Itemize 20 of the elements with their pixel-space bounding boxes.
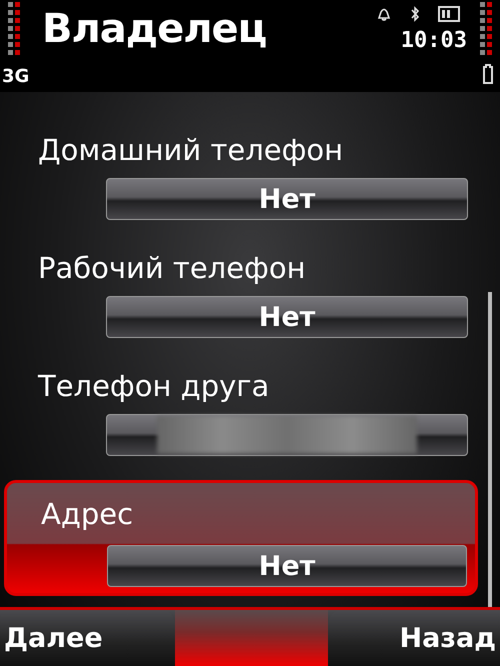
input-field[interactable] [106, 414, 468, 456]
clock: 10:03 [400, 28, 467, 53]
input-field[interactable]: Нет [107, 545, 467, 587]
center-softkey[interactable] [175, 610, 328, 666]
input-field[interactable]: Нет [106, 178, 468, 220]
scroll-bar[interactable] [488, 292, 492, 607]
battery-level-icon [480, 2, 492, 55]
selected-form-row[interactable]: Адрес Нет [4, 480, 478, 596]
memory-card-icon [438, 6, 460, 22]
field-label: Рабочий телефон [38, 250, 307, 287]
network-type: 3G [2, 66, 30, 87]
field-label: Домашний телефон [38, 132, 344, 169]
field-label: Адрес [41, 496, 134, 533]
battery-icon [483, 64, 493, 84]
signal-strength-icon [8, 2, 20, 55]
window-title: Владелец [42, 6, 266, 52]
field-label: Телефон друга [38, 368, 270, 405]
bluetooth-icon [410, 6, 420, 22]
input-field[interactable]: Нет [106, 296, 468, 338]
bell-icon [376, 6, 392, 22]
